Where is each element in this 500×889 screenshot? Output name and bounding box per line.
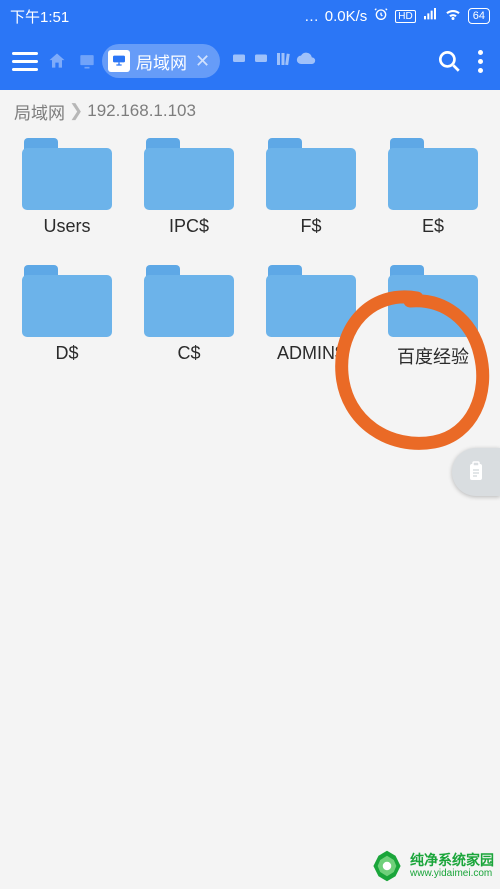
folder-label: IPC$	[169, 216, 209, 237]
folder-icon	[388, 138, 478, 210]
menu-button[interactable]	[8, 44, 42, 78]
active-tab-chip[interactable]: 局域网 ✕	[102, 44, 220, 78]
hd-icon: HD	[395, 10, 415, 23]
folder-label: F$	[300, 216, 321, 237]
lan3-icon[interactable]	[252, 50, 270, 73]
status-bar: 下午1:51 ... 0.0K/s HD 64	[0, 0, 500, 32]
folder-label: C$	[177, 343, 200, 364]
folder-label: Users	[43, 216, 90, 237]
status-net-speed: 0.0K/s	[325, 8, 368, 25]
folder-f[interactable]: F$	[250, 138, 372, 237]
home-icon[interactable]	[46, 50, 68, 72]
folder-d[interactable]: D$	[6, 265, 128, 369]
folder-label: ADMIN$	[277, 343, 345, 364]
folder-label: E$	[422, 216, 444, 237]
folder-admin[interactable]: ADMIN$	[250, 265, 372, 369]
chevron-right-icon: ❯	[69, 101, 83, 121]
close-tab-icon[interactable]: ✕	[193, 51, 210, 72]
folder-c[interactable]: C$	[128, 265, 250, 369]
folder-icon	[388, 265, 478, 337]
overflow-menu-button[interactable]	[468, 46, 492, 76]
watermark-logo-icon	[370, 849, 404, 883]
clipboard-fab[interactable]	[452, 448, 500, 496]
status-time: 下午1:51	[10, 6, 69, 27]
lib-icon[interactable]	[274, 50, 292, 73]
breadcrumb-path[interactable]: 192.168.1.103	[87, 101, 196, 121]
folder-grid: Users IPC$ F$ E$ D$ C$ ADMIN$ 百度经验	[0, 132, 500, 375]
folder-icon	[22, 265, 112, 337]
breadcrumb-root[interactable]: 局域网	[14, 99, 65, 124]
folder-icon	[22, 138, 112, 210]
folder-baidu-jingyan[interactable]: 百度经验	[372, 265, 494, 369]
alarm-icon	[373, 6, 389, 26]
folder-label: 百度经验	[397, 343, 469, 369]
watermark-title: 纯净系统家园	[410, 853, 494, 868]
device-icon[interactable]	[76, 50, 98, 72]
tab-label: 局域网	[136, 49, 187, 74]
battery-indicator: 64	[468, 8, 490, 24]
wifi-icon	[444, 5, 462, 27]
folder-icon	[144, 265, 234, 337]
search-button[interactable]	[434, 46, 464, 76]
cloud-icon[interactable]	[296, 49, 316, 74]
lan-icon	[108, 50, 130, 72]
breadcrumb: 局域网 ❯ 192.168.1.103	[0, 90, 500, 132]
status-net-dots: ...	[305, 8, 319, 25]
signal-icon	[422, 6, 438, 26]
folder-icon	[144, 138, 234, 210]
folder-users[interactable]: Users	[6, 138, 128, 237]
watermark-url: www.yidaimei.com	[410, 868, 494, 879]
watermark: 纯净系统家园 www.yidaimei.com	[370, 849, 494, 883]
lan2-icon[interactable]	[230, 50, 248, 73]
folder-ipc[interactable]: IPC$	[128, 138, 250, 237]
folder-icon	[266, 265, 356, 337]
folder-icon	[266, 138, 356, 210]
folder-label: D$	[55, 343, 78, 364]
app-header: 局域网 ✕	[0, 32, 500, 90]
folder-e[interactable]: E$	[372, 138, 494, 237]
